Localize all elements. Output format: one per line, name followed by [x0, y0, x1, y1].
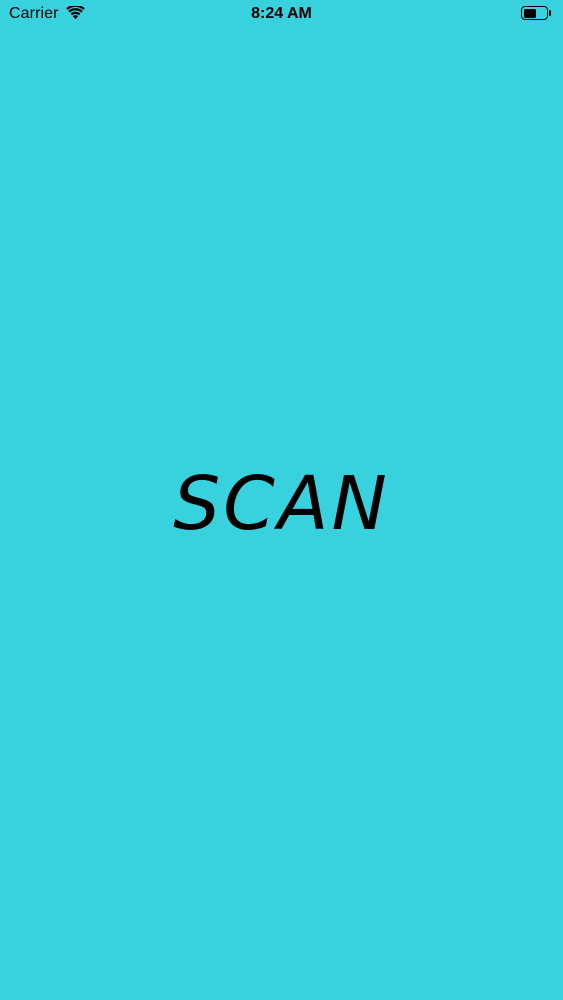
battery-fill — [523, 8, 536, 18]
battery-icon — [521, 6, 554, 22]
scan-title[interactable]: SCAN — [0, 462, 563, 546]
status-time: 8:24 AM — [251, 5, 312, 22]
battery-tip — [549, 10, 551, 16]
status-bar: Carrier 8:24 AM — [0, 0, 563, 30]
